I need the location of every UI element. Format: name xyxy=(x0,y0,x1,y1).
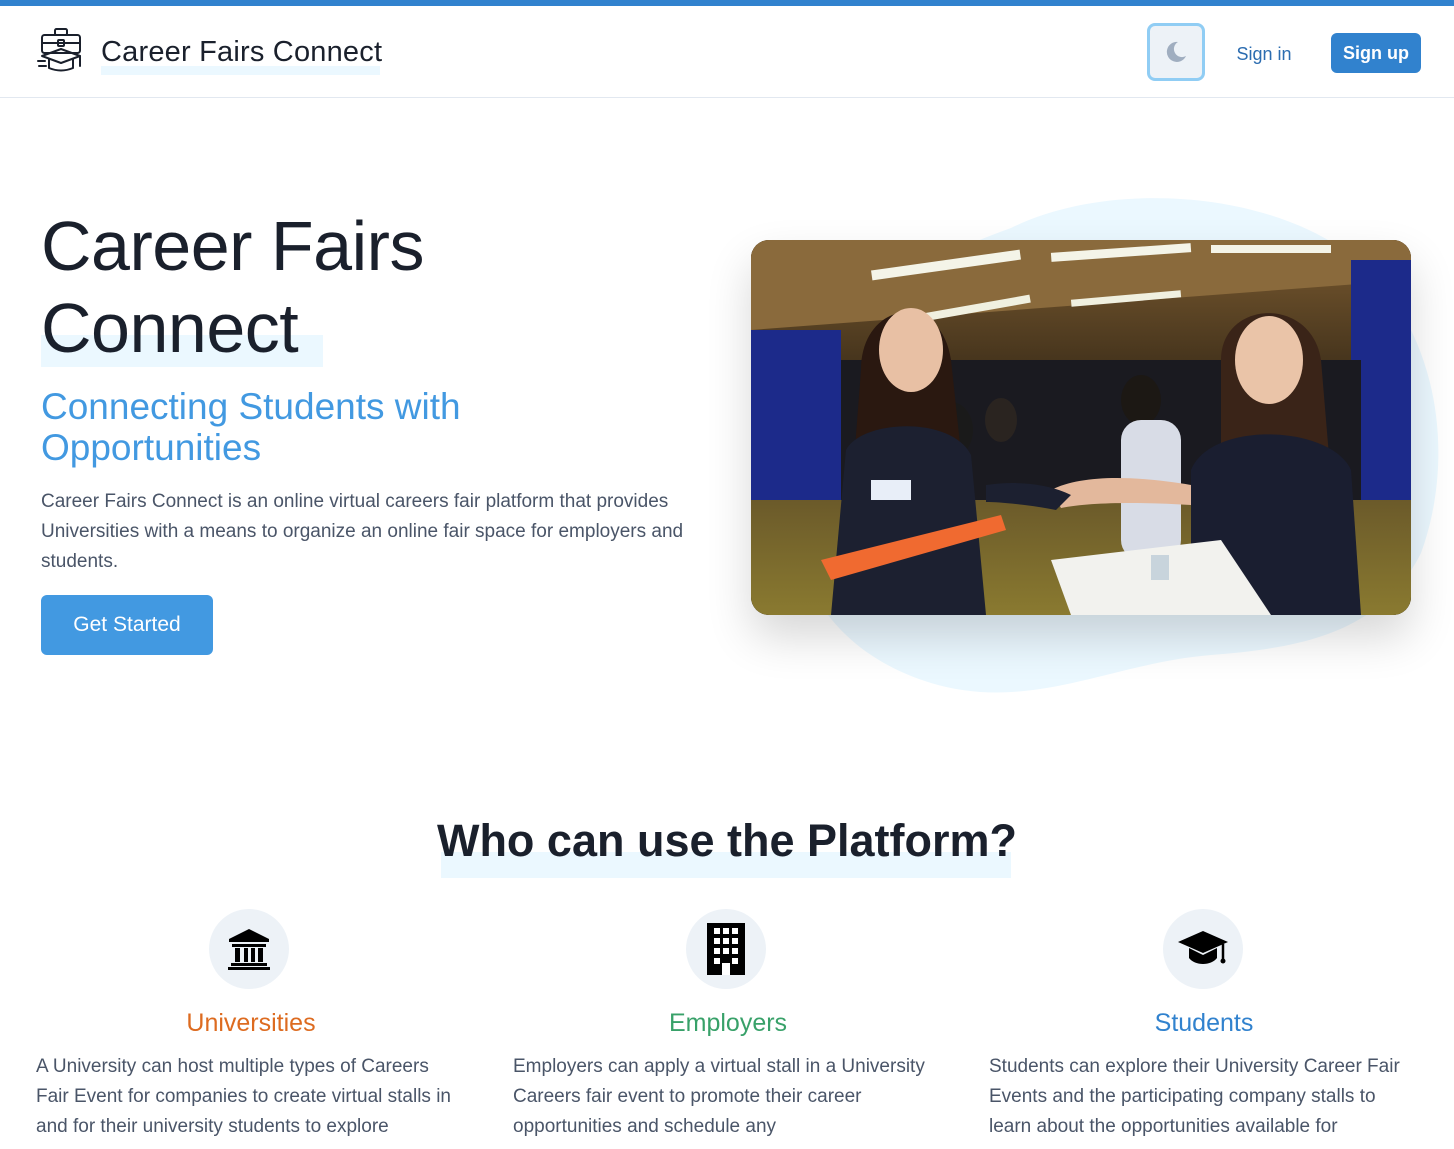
office-building-icon xyxy=(707,923,745,975)
feature-title: Universities xyxy=(186,1009,316,1037)
hero-title-line2: Connect xyxy=(41,289,299,367)
sign-up-button[interactable]: Sign up xyxy=(1331,33,1421,73)
section-title: Who can use the Platform? xyxy=(436,815,1018,866)
feature-title: Students xyxy=(1154,1009,1254,1037)
graduation-cap-icon xyxy=(1178,931,1228,964)
theme-toggle-button[interactable] xyxy=(1147,23,1205,81)
sign-in-link[interactable]: Sign in xyxy=(1222,34,1306,74)
navbar: Career Fairs Connect Sign in Sign up xyxy=(0,6,1454,98)
career-fair-photo xyxy=(751,240,1411,615)
hero-title-line1: Career Fairs xyxy=(41,207,424,285)
feature-description: Employers can apply a virtual stall in a… xyxy=(513,1056,925,1137)
feature-icon-circle xyxy=(1163,909,1243,989)
feature-title: Employers xyxy=(668,1009,788,1037)
hero-subtitle: Connecting Students with Opportunities xyxy=(41,386,461,468)
hero-description: Career Fairs Connect is an online virtua… xyxy=(41,491,684,572)
get-started-button[interactable]: Get Started xyxy=(41,595,213,655)
feature-description: Students can explore their University Ca… xyxy=(989,1056,1400,1137)
feature-icon-circle xyxy=(209,909,289,989)
feature-icon-circle xyxy=(686,909,766,989)
brand-name[interactable]: Career Fairs Connect xyxy=(101,36,382,69)
university-building-icon xyxy=(228,929,270,970)
moon-icon xyxy=(1166,41,1186,62)
feature-description: A University can host multiple types of … xyxy=(36,1056,452,1137)
hero-title: Career Fairs Connect xyxy=(41,205,424,369)
logo-icon[interactable] xyxy=(36,26,86,76)
